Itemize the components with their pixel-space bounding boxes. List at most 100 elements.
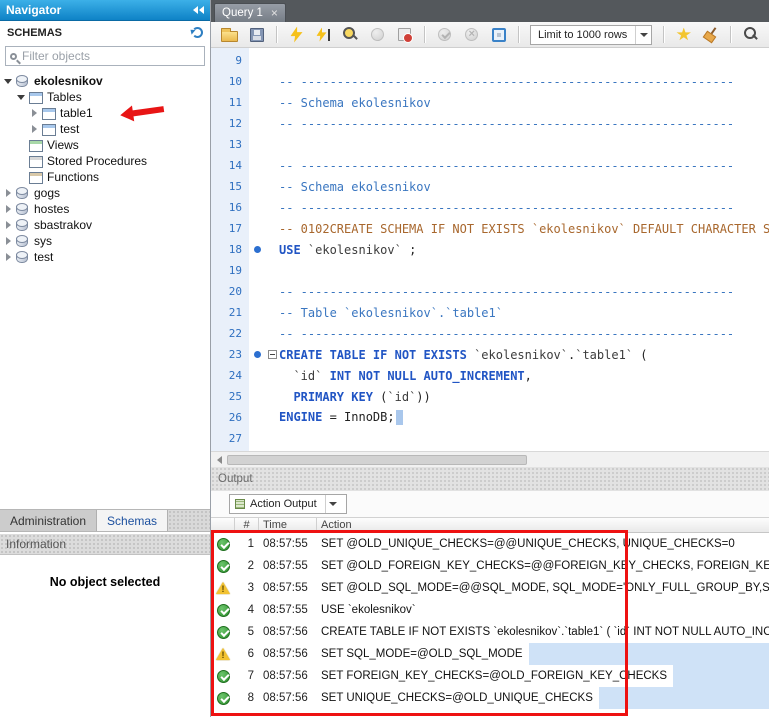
output-row-2[interactable]: 208:57:55SET @OLD_FOREIGN_KEY_CHECKS=@@F… — [211, 555, 769, 577]
tree-item-sbastrakov[interactable]: sbastrakov — [0, 217, 210, 233]
tree-item-table1[interactable]: table1 — [0, 105, 210, 121]
filter-objects-input[interactable] — [22, 49, 200, 63]
output-col-action[interactable]: Action — [317, 518, 769, 532]
toggle-autocommit-icon[interactable] — [486, 24, 511, 46]
dropdown-caret-icon[interactable] — [325, 495, 340, 513]
tree-item-hostes[interactable]: hostes — [0, 201, 210, 217]
toolbar-separator — [663, 26, 664, 43]
editor-line-25[interactable]: 25 PRIMARY KEY (`id`)) — [211, 386, 769, 407]
tree-item-test[interactable]: test — [0, 249, 210, 265]
output-row-8[interactable]: 808:57:56SET UNIQUE_CHECKS=@OLD_UNIQUE_C… — [211, 687, 769, 709]
beautify-script-icon[interactable] — [698, 24, 723, 46]
code-segment: `ekolesnikov` — [308, 243, 402, 257]
row-number: 5 — [235, 621, 259, 643]
editor-line-14[interactable]: 14-- -----------------------------------… — [211, 155, 769, 176]
tree-item-sys[interactable]: sys — [0, 233, 210, 249]
limit-rows-dropdown[interactable]: Limit to 1000 rows — [530, 25, 652, 45]
dropdown-caret-icon[interactable] — [635, 26, 651, 44]
stop-execution-icon[interactable] — [365, 24, 390, 46]
expand-down-icon[interactable] — [3, 76, 13, 86]
expand-right-icon[interactable] — [3, 188, 13, 198]
stop-glyph — [371, 28, 384, 41]
editor-line-27[interactable]: 27 — [211, 428, 769, 449]
expand-right-icon[interactable] — [3, 204, 13, 214]
tree-item-ekolesnikov[interactable]: ekolesnikov — [0, 73, 210, 89]
output-row-5[interactable]: 508:57:56CREATE TABLE IF NOT EXISTS `eko… — [211, 621, 769, 643]
editor-line-17[interactable]: 17-- 0102CREATE SCHEMA IF NOT EXISTS `ek… — [211, 218, 769, 239]
editor-line-23[interactable]: 23CREATE TABLE IF NOT EXISTS `ekolesniko… — [211, 344, 769, 365]
row-action: SET @OLD_SQL_MODE=@@SQL_MODE, SQL_MODE='… — [317, 577, 769, 599]
editor-line-11[interactable]: 11-- Schema ekolesnikov — [211, 92, 769, 113]
tree-item-functions[interactable]: Functions — [0, 169, 210, 185]
editor-line-19[interactable]: 19 — [211, 260, 769, 281]
editor-line-10[interactable]: 10-- -----------------------------------… — [211, 71, 769, 92]
tab-administration[interactable]: Administration — [0, 510, 97, 531]
toolbar-separator — [518, 26, 519, 43]
schema-tree: ekolesnikovTablestable1testViewsStored P… — [0, 70, 210, 265]
functions-icon — [28, 171, 43, 184]
expand-right-icon[interactable] — [3, 252, 13, 262]
collapse-panel-icon[interactable] — [193, 6, 204, 14]
editor-line-12[interactable]: 12-- -----------------------------------… — [211, 113, 769, 134]
tree-item-stored-procedures[interactable]: Stored Procedures — [0, 153, 210, 169]
expand-down-icon[interactable] — [16, 92, 26, 102]
editor-line-18[interactable]: 18USE `ekolesnikov` ; — [211, 239, 769, 260]
tree-item-gogs[interactable]: gogs — [0, 185, 210, 201]
editor-line-20[interactable]: 20-- -----------------------------------… — [211, 281, 769, 302]
tree-item-views[interactable]: Views — [0, 137, 210, 153]
explain-icon[interactable] — [338, 24, 363, 46]
expand-right-icon[interactable] — [29, 124, 39, 134]
expand-right-icon[interactable] — [3, 220, 13, 230]
editor-line-15[interactable]: 15-- Schema ekolesnikov — [211, 176, 769, 197]
output-row-3[interactable]: 308:57:55SET @OLD_SQL_MODE=@@SQL_MODE, S… — [211, 577, 769, 599]
editor-line-21[interactable]: 21-- Table `ekolesnikov`.`table1` — [211, 302, 769, 323]
output-row-4[interactable]: 408:57:55USE `ekolesnikov` — [211, 599, 769, 621]
tab-schemas[interactable]: Schemas — [97, 510, 168, 531]
chevron-left-icon — [193, 6, 198, 14]
line-number: 22 — [211, 327, 249, 340]
status-success-icon — [217, 670, 230, 683]
editor-line-13[interactable]: 13 — [211, 134, 769, 155]
horizontal-scrollbar[interactable] — [211, 451, 769, 467]
tree-item-test[interactable]: test — [0, 121, 210, 137]
line-number: 23 — [211, 348, 249, 361]
scroll-left-arrow-icon[interactable] — [211, 452, 227, 467]
open-script-icon[interactable] — [217, 24, 242, 46]
text-cursor-block — [396, 410, 403, 425]
row-action: USE `ekolesnikov` — [317, 599, 422, 621]
execute-current-statement-icon[interactable] — [311, 24, 336, 46]
tab-query-1[interactable]: Query 1 × — [214, 3, 286, 22]
save-snippet-icon[interactable] — [671, 24, 696, 46]
editor-line-9[interactable]: 9 — [211, 50, 769, 71]
editor-line-24[interactable]: 24 `id` INT NOT NULL AUTO_INCREMENT, — [211, 365, 769, 386]
scrollbar-thumb[interactable] — [227, 455, 527, 465]
output-col-time[interactable]: Time — [259, 518, 317, 532]
information-section-header: Information — [0, 534, 210, 555]
show-invisibles-icon[interactable] — [765, 24, 769, 46]
tree-item-tables[interactable]: Tables — [0, 89, 210, 105]
output-row-6[interactable]: 608:57:56SET SQL_MODE=@OLD_SQL_MODE — [211, 643, 769, 665]
editor-line-16[interactable]: 16-- -----------------------------------… — [211, 197, 769, 218]
editor-code-text: -- 0102CREATE SCHEMA IF NOT EXISTS `ekol… — [279, 222, 769, 236]
output-type-dropdown[interactable]: Action Output — [229, 494, 347, 514]
find-icon[interactable] — [738, 24, 763, 46]
execute-script-icon[interactable] — [284, 24, 309, 46]
refresh-schemas-icon[interactable] — [192, 27, 203, 38]
editor-line-26[interactable]: 26ENGINE = InnoDB; — [211, 407, 769, 428]
editor-line-22[interactable]: 22-- -----------------------------------… — [211, 323, 769, 344]
editor-code-text: -- Table `ekolesnikov`.`table1` — [279, 306, 769, 320]
output-col-number[interactable]: # — [235, 518, 259, 532]
stop-on-error-icon[interactable] — [392, 24, 417, 46]
close-tab-icon[interactable]: × — [271, 7, 278, 19]
save-script-icon[interactable] — [244, 24, 269, 46]
fold-collapse-icon[interactable] — [268, 350, 277, 359]
search-icon — [10, 53, 17, 60]
sql-editor[interactable]: 910-- ----------------------------------… — [211, 48, 769, 451]
expand-right-icon[interactable] — [3, 236, 13, 246]
commit-icon[interactable] — [432, 24, 457, 46]
output-row-7[interactable]: 708:57:56SET FOREIGN_KEY_CHECKS=@OLD_FOR… — [211, 665, 769, 687]
output-row-1[interactable]: 108:57:55SET @OLD_UNIQUE_CHECKS=@@UNIQUE… — [211, 533, 769, 555]
output-col-status[interactable] — [211, 518, 235, 532]
rollback-icon[interactable] — [459, 24, 484, 46]
expand-right-icon[interactable] — [29, 108, 39, 118]
